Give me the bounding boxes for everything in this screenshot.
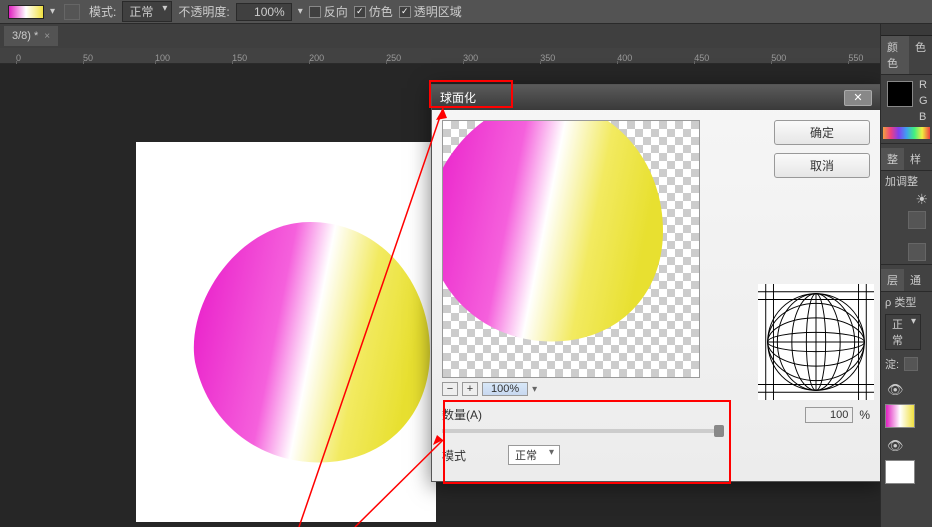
layer-thumbnail[interactable] bbox=[885, 460, 915, 484]
dialog-preview[interactable] bbox=[442, 120, 700, 378]
panel-tab-channels[interactable]: 通 bbox=[904, 269, 927, 291]
dialog-mode-dropdown[interactable]: 正常 bbox=[508, 445, 560, 465]
panel-tab-layers[interactable]: 层 bbox=[881, 269, 904, 291]
foreground-swatch[interactable] bbox=[887, 81, 913, 107]
spherize-dialog: 球面化 ✕ bbox=[431, 84, 881, 482]
panel-tab-swatches[interactable]: 色 bbox=[909, 36, 932, 74]
color-spectrum[interactable] bbox=[883, 127, 930, 139]
amount-input[interactable]: 100 bbox=[805, 407, 853, 423]
visibility-icon[interactable]: 👁 bbox=[887, 438, 904, 454]
checkbox-icon bbox=[309, 6, 321, 18]
preview-shape bbox=[442, 120, 673, 351]
gradient-type-linear-icon[interactable] bbox=[64, 4, 80, 20]
zoom-value[interactable]: 100% bbox=[482, 382, 528, 396]
artboard bbox=[136, 142, 436, 522]
lock-label: 淀: bbox=[885, 356, 899, 372]
close-icon[interactable]: × bbox=[44, 31, 50, 42]
dialog-titlebar[interactable]: 球面化 ✕ bbox=[432, 85, 880, 110]
panel-tab-color[interactable]: 颜色 bbox=[881, 36, 909, 74]
brightness-icon[interactable]: ☀ bbox=[915, 191, 928, 207]
checkbox-icon: ✓ bbox=[399, 6, 411, 18]
opacity-label: 不透明度: bbox=[178, 3, 229, 20]
sphere-wireframe-icon bbox=[758, 284, 874, 400]
mode-label: 模式: bbox=[89, 3, 116, 20]
dither-checkbox[interactable]: ✓ 仿色 bbox=[354, 3, 393, 20]
panel-grip-icon[interactable] bbox=[881, 24, 932, 36]
right-panels: 颜色 色 R G B 整 样 加调整 ☀ 层 通 ρ 类型 正常 bbox=[880, 24, 932, 527]
visibility-icon[interactable]: 👁 bbox=[887, 382, 904, 398]
close-icon[interactable]: ✕ bbox=[844, 90, 872, 106]
dialog-mode-label: 模式 bbox=[442, 447, 502, 464]
document-tabs: 3/8) * × bbox=[0, 24, 932, 48]
document-tab-name: 3/8) * bbox=[12, 30, 38, 42]
opacity-input[interactable]: 100% bbox=[236, 3, 292, 21]
layer-thumbnail[interactable] bbox=[885, 404, 915, 428]
document-tab[interactable]: 3/8) * × bbox=[4, 26, 58, 46]
zoom-out-button[interactable]: − bbox=[442, 382, 458, 396]
adjustment-preset-icon[interactable] bbox=[908, 243, 926, 261]
amount-label: 数量(A) bbox=[442, 406, 502, 423]
lock-transparency-icon[interactable] bbox=[904, 357, 918, 371]
amount-unit: % bbox=[859, 408, 870, 422]
panel-tab-adjustments[interactable]: 整 bbox=[881, 148, 904, 170]
panel-tab-styles[interactable]: 样 bbox=[904, 148, 927, 170]
blend-mode-dropdown[interactable]: 正常 bbox=[885, 314, 921, 350]
chevron-down-icon[interactable]: ▾ bbox=[532, 384, 537, 395]
amount-slider[interactable] bbox=[442, 429, 724, 433]
r-label: R bbox=[919, 79, 928, 91]
zoom-in-button[interactable]: + bbox=[462, 382, 478, 396]
ok-button[interactable]: 确定 bbox=[774, 120, 870, 145]
checkbox-icon: ✓ bbox=[354, 6, 366, 18]
layer-kind-filter[interactable]: ρ 类型 bbox=[881, 292, 932, 312]
transparency-checkbox[interactable]: ✓ 透明区域 bbox=[399, 3, 462, 20]
ruler-horizontal: 0 50 100 150 200 250 300 350 400 450 500… bbox=[0, 48, 932, 64]
mode-dropdown[interactable]: 正常 bbox=[122, 1, 172, 22]
layer-row[interactable]: 👁 bbox=[881, 432, 932, 488]
chevron-down-icon[interactable]: ▾ bbox=[50, 6, 55, 17]
reverse-checkbox[interactable]: 反向 bbox=[309, 3, 348, 20]
add-adjustment-label: 加调整 bbox=[881, 171, 932, 191]
adjustment-preset-icon[interactable] bbox=[908, 211, 926, 229]
slider-thumb[interactable] bbox=[714, 425, 724, 437]
gradient-preset[interactable] bbox=[8, 5, 44, 19]
b-label: B bbox=[919, 111, 928, 123]
gradient-shape bbox=[180, 212, 440, 472]
cancel-button[interactable]: 取消 bbox=[774, 153, 870, 178]
dialog-title: 球面化 bbox=[440, 89, 476, 106]
layer-row[interactable]: 👁 bbox=[881, 376, 932, 432]
options-bar: ▾ 模式: 正常 不透明度: 100% ▾ 反向 ✓ 仿色 ✓ 透明区域 bbox=[0, 0, 932, 24]
g-label: G bbox=[919, 95, 928, 107]
chevron-down-icon[interactable]: ▾ bbox=[298, 6, 303, 17]
